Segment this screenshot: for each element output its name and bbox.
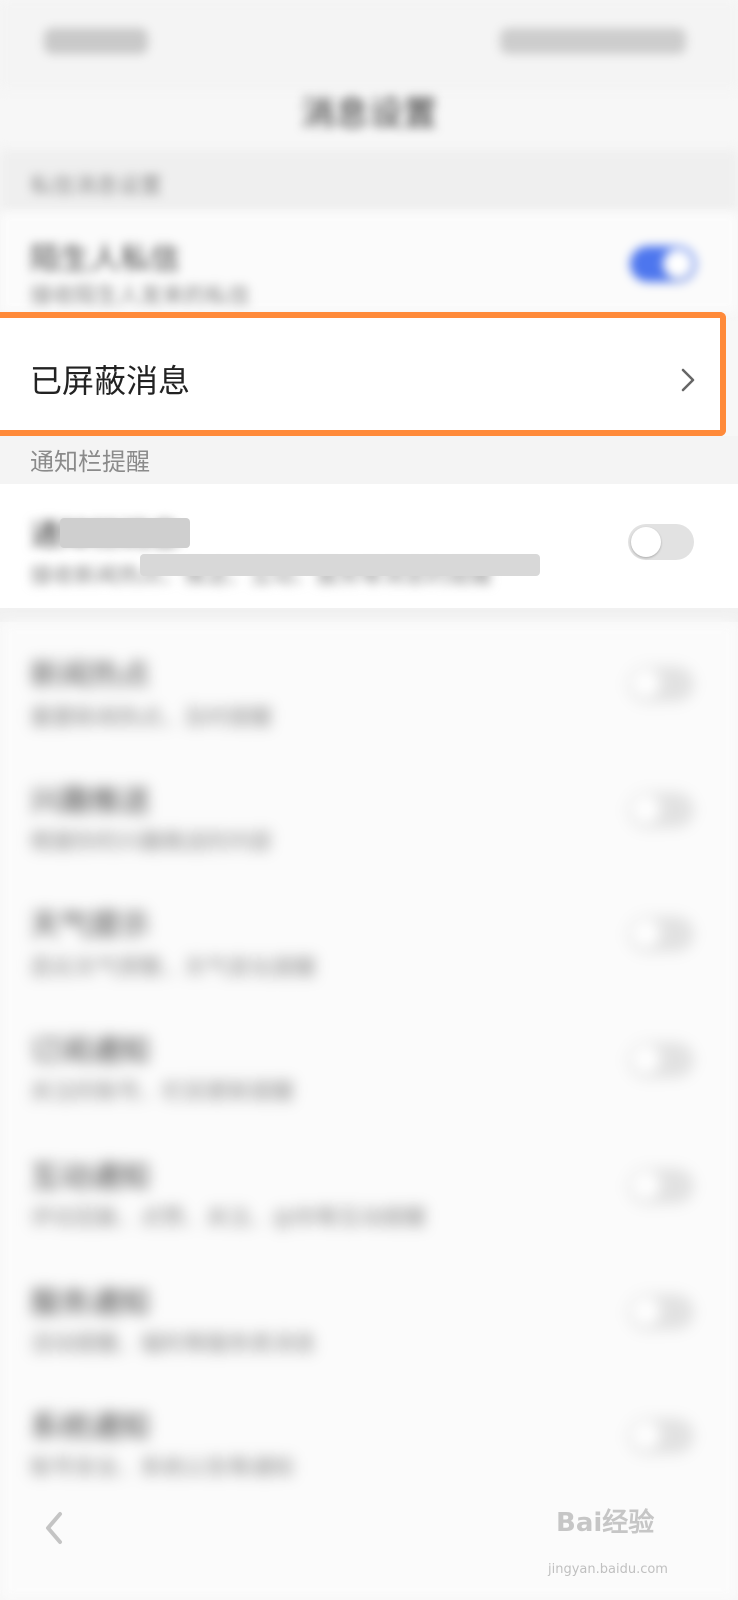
- list-item-subtitle: 关注的账号、栏目更新提醒: [30, 1080, 295, 1105]
- back-arrow-icon[interactable]: [40, 1508, 70, 1548]
- list-item-title: 系统通知: [30, 1410, 150, 1445]
- list-item-subtitle: 根据你的兴趣推送的内容: [30, 830, 273, 855]
- list-item-toggle[interactable]: [628, 1042, 694, 1078]
- list-item-subtitle: 恶劣天气预警，天气变化提醒: [30, 956, 317, 981]
- blocked-messages-label: 已屏蔽消息: [30, 362, 191, 400]
- list-item-toggle[interactable]: [628, 792, 694, 828]
- setting-toggle[interactable]: [630, 246, 696, 282]
- list-item-toggle[interactable]: [628, 1294, 694, 1330]
- chevron-right-icon: [681, 368, 695, 392]
- list-item-subtitle: 活动提醒、福利等服务类消息: [30, 1332, 317, 1357]
- blocked-messages-row[interactable]: 已屏蔽消息: [0, 312, 726, 436]
- watermark-logo: Bai经验: [556, 1508, 655, 1538]
- list-item: 服务通知 活动提醒、福利等服务类消息: [0, 1250, 738, 1374]
- notify-master-toggle[interactable]: [628, 524, 694, 560]
- status-bar: [0, 0, 738, 90]
- list-item: 天气提示 恶劣天气预警，天气变化提醒: [0, 872, 738, 998]
- watermark-url: jingyan.baidu.com: [548, 1562, 668, 1577]
- list-item-title: 互动通知: [30, 1160, 150, 1195]
- list-item: 订阅通知 关注的账号、栏目更新提醒: [0, 998, 738, 1124]
- list-item-toggle[interactable]: [628, 666, 694, 702]
- list-item-title: 兴趣推送: [30, 784, 150, 819]
- page-title: 消息设置: [301, 94, 437, 134]
- notify-master-row: 通知栏消息 接收新闻热点、推送、互动、服务等消息的提醒: [0, 484, 738, 608]
- setting-subtitle: 接收陌生人发来的私信: [30, 284, 251, 309]
- list-item: 互动通知 评论回复、点赞、关注、@你等互动提醒: [0, 1124, 738, 1250]
- list-item-subtitle: 评论回复、点赞、关注、@你等互动提醒: [30, 1206, 427, 1231]
- setting-row-stranger: 陌生人私信 接收陌生人发来的私信: [0, 212, 738, 312]
- list-item: 兴趣推送 根据你的兴趣推送的内容: [0, 748, 738, 872]
- list-item-title: 天气提示: [30, 908, 150, 943]
- setting-title: 陌生人私信: [30, 242, 180, 277]
- list-item-toggle[interactable]: [628, 916, 694, 952]
- list-item-toggle[interactable]: [628, 1418, 694, 1454]
- notify-section-label: 通知栏提醒: [30, 448, 150, 476]
- list-item-subtitle: 账号安全、系统公告等通知: [30, 1456, 295, 1481]
- list-item-subtitle: 重要新闻热点，及时提醒: [30, 706, 273, 731]
- baidu-watermark: Bai经验: [556, 1502, 654, 1539]
- section-header: 私信消息设置: [0, 150, 738, 212]
- list-item-title: 订阅通知: [30, 1034, 150, 1069]
- list-item-title: 服务通知: [30, 1286, 150, 1321]
- list-item-title: 新闻热点: [30, 658, 150, 693]
- notify-section-header: 通知栏提醒: [0, 436, 738, 484]
- list-item: 系统通知 账号安全、系统公告等通知: [0, 1374, 738, 1500]
- status-time: [44, 28, 148, 54]
- status-indicators: [500, 28, 686, 54]
- list-item: 新闻热点 重要新闻热点，及时提醒: [0, 622, 738, 748]
- section-header-label: 私信消息设置: [30, 174, 163, 199]
- list-item-toggle[interactable]: [628, 1168, 694, 1204]
